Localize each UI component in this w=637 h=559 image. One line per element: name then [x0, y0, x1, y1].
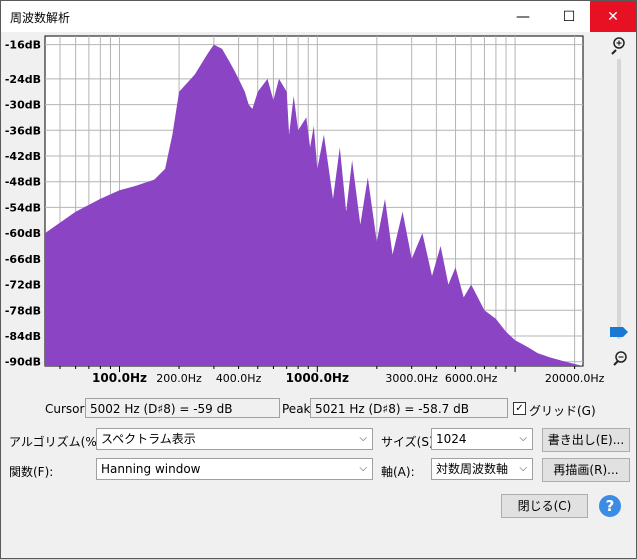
cursor-label: Cursor: [45, 402, 89, 416]
y-tick-label: -84dB [5, 330, 41, 343]
y-tick-label: -60dB [5, 227, 41, 240]
size-select[interactable]: 1024 ⌵ [431, 428, 533, 450]
x-tick-label: 1000.0Hz [286, 371, 349, 385]
algorithm-value: スペクトラム表示 [101, 432, 196, 446]
grid-checkbox-label[interactable]: グリッド(G) [529, 402, 596, 419]
chevron-down-icon: ⌵ [359, 433, 367, 444]
grid-checkbox[interactable]: ✓ [513, 402, 526, 415]
help-icon[interactable]: ? [599, 495, 621, 517]
size-label: サイズ(S): [381, 435, 438, 449]
y-tick-label: -54dB [5, 201, 41, 214]
zoom-in-icon[interactable] [611, 37, 625, 55]
chevron-down-icon: ⌵ [519, 463, 527, 474]
x-tick-label: 200.0Hz [156, 372, 202, 385]
axis-value: 対数周波数軸 [436, 462, 509, 476]
function-value: Hanning window [101, 462, 201, 476]
axis-select[interactable]: 対数周波数軸 ⌵ [431, 458, 533, 480]
y-tick-label: -16dB [5, 39, 41, 52]
axis-label: 軸(A): [381, 465, 415, 479]
x-tick-label: 6000.0Hz [445, 372, 498, 385]
function-label: 関数(F): [9, 465, 54, 479]
x-tick-label: 400.0Hz [216, 372, 262, 385]
x-tick-label: 3000.0Hz [385, 372, 438, 385]
x-tick-label: 20000.0Hz [545, 372, 605, 385]
y-tick-label: -66dB [5, 253, 41, 266]
algorithm-select[interactable]: スペクトラム表示 ⌵ [96, 428, 373, 450]
y-tick-label: -24dB [5, 73, 41, 86]
spectrum-chart[interactable]: -16dB -24dB -30dB -36dB -42dB -48dB -54dB -60dB… [1, 1, 636, 391]
y-tick-label: -42dB [5, 150, 41, 163]
function-select[interactable]: Hanning window ⌵ [96, 458, 373, 480]
cursor-readout: 5002 Hz (D♯8) = -59 dB [85, 398, 280, 418]
size-value: 1024 [436, 432, 467, 446]
y-tick-label: -36dB [5, 124, 41, 137]
zoom-out-icon[interactable] [613, 351, 627, 366]
peak-readout: 5021 Hz (D♯8) = -58.7 dB [310, 398, 508, 418]
export-button[interactable]: 書き出し(E)... [542, 428, 630, 452]
y-tick-label: -72dB [5, 279, 41, 292]
zoom-slider-thumb[interactable] [610, 327, 628, 337]
chevron-down-icon: ⌵ [359, 463, 367, 474]
y-tick-label: -30dB [5, 99, 41, 112]
x-tick-label: 100.0Hz [92, 371, 147, 385]
y-tick-label: -90dB [5, 356, 41, 369]
spectrum-window: 周波数解析 — ☐ ✕ -16dB -24dB -30dB -36dB -42dB -48… [0, 0, 637, 559]
close-button[interactable]: 閉じる(C) [501, 494, 588, 518]
chevron-down-icon: ⌵ [519, 433, 527, 444]
y-tick-label: -78dB [5, 304, 41, 317]
redraw-button[interactable]: 再描画(R)... [542, 458, 630, 482]
y-tick-label: -48dB [5, 176, 41, 189]
zoom-slider-track[interactable] [617, 59, 621, 339]
